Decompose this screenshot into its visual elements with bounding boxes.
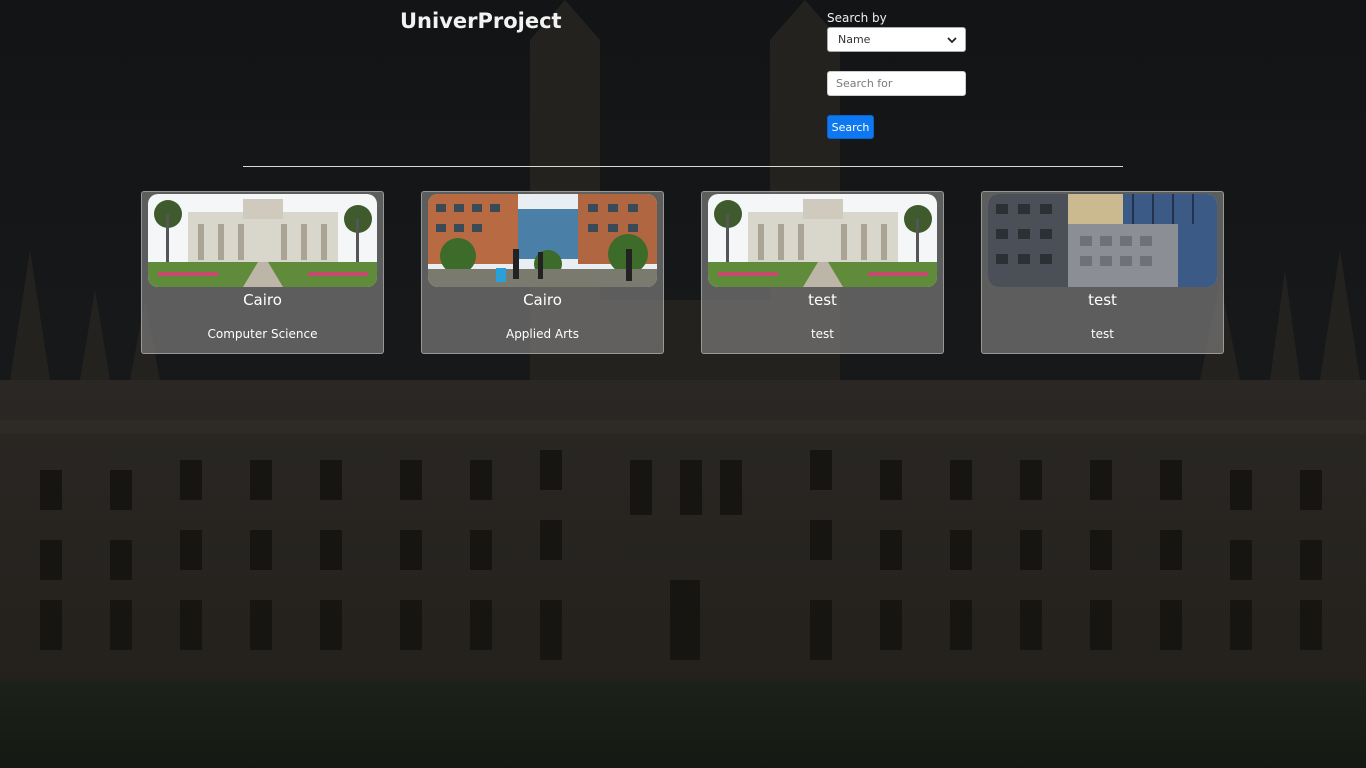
- card-department: Computer Science: [207, 327, 318, 341]
- search-by-selected-value: Name: [838, 33, 871, 46]
- background-university-image: [0, 0, 1366, 768]
- university-card[interactable]: test test: [701, 191, 944, 354]
- card-university-name: test: [1088, 291, 1117, 309]
- search-by-select[interactable]: Name: [827, 27, 966, 52]
- search-button[interactable]: Search: [827, 115, 874, 139]
- university-card[interactable]: Cairo Computer Science: [141, 191, 384, 354]
- card-department: Applied Arts: [505, 327, 580, 341]
- card-image-modern-campus: [428, 194, 657, 287]
- university-card[interactable]: test test: [981, 191, 1224, 354]
- divider: [243, 166, 1123, 167]
- page: UniverProject Search by Name Search Cair…: [0, 0, 1366, 768]
- search-by-label: Search by: [827, 11, 887, 25]
- chevron-down-icon: [947, 36, 957, 43]
- card-image-palace-campus: [708, 194, 937, 287]
- card-image-city-buildings: [988, 194, 1217, 287]
- card-university-name: Cairo: [243, 291, 282, 309]
- card-department: test: [1090, 327, 1115, 341]
- card-image-palace-campus: [148, 194, 377, 287]
- card-university-name: test: [808, 291, 837, 309]
- app-title: UniverProject: [400, 9, 562, 33]
- card-department: test: [810, 327, 835, 341]
- university-card[interactable]: Cairo Applied Arts: [421, 191, 664, 354]
- card-university-name: Cairo: [523, 291, 562, 309]
- search-input[interactable]: [827, 71, 966, 96]
